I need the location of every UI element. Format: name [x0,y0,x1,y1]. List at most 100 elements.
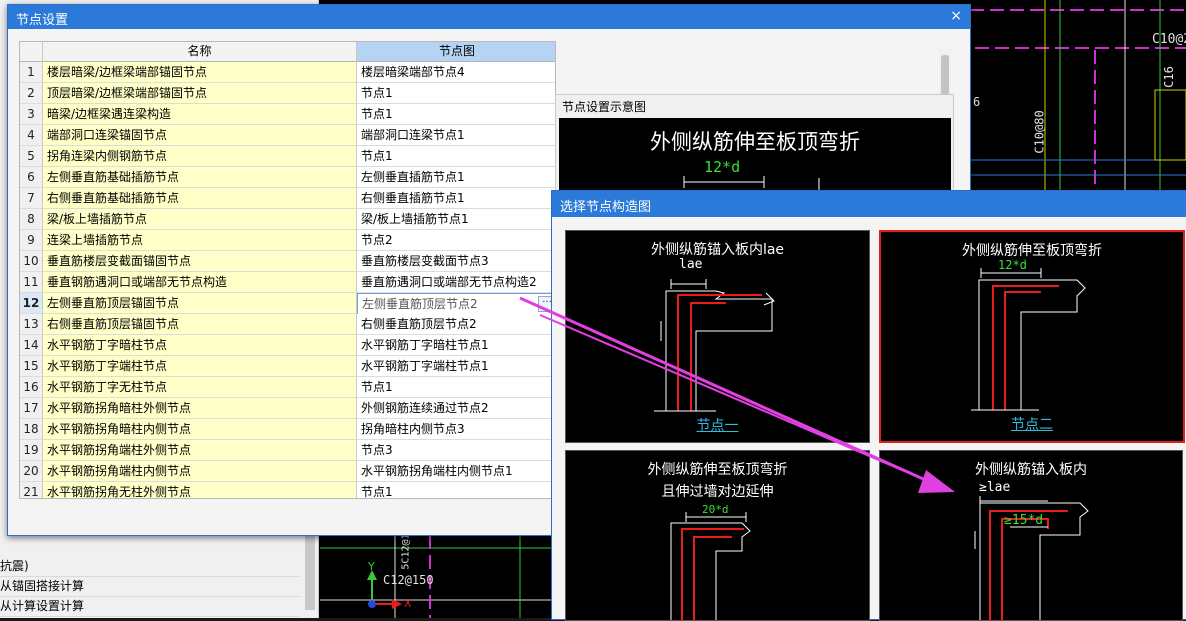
row-name[interactable]: 水平钢筋拐角暗柱内侧节点 [43,419,357,440]
table-row[interactable]: 11 垂直钢筋遇洞口或端部无节点构造 垂直筋遇洞口或端部无节点构造2 [20,272,555,293]
row-number[interactable]: 21 [20,482,43,498]
left-panel-item[interactable]: 从锚固搭接计算 [0,576,300,597]
table-row[interactable]: 7 右侧垂直筋基础插筋节点 右侧垂直插筋节点1 [20,188,555,209]
row-name[interactable]: 暗梁/边框梁遇连梁构造 [43,104,357,125]
row-number[interactable]: 4 [20,125,43,146]
row-number[interactable]: 14 [20,335,43,356]
row-name[interactable]: 水平钢筋丁字端柱节点 [43,356,357,377]
row-number[interactable]: 18 [20,419,43,440]
row-name[interactable]: 端部洞口连梁锚固节点 [43,125,357,146]
table-row[interactable]: 18 水平钢筋拐角暗柱内侧节点 拐角暗柱内侧节点3 [20,419,555,440]
row-node-value[interactable]: 水平钢筋丁字暗柱节点1 [357,335,555,356]
row-number[interactable]: 5 [20,146,43,167]
table-row[interactable]: 21 水平钢筋拐角无柱外侧节点 节点1 [20,482,555,498]
row-node-value[interactable]: 楼层暗梁端部节点4 [357,62,555,83]
table-row[interactable]: 9 连梁上墙插筋节点 节点2 [20,230,555,251]
table-row[interactable]: 16 水平钢筋丁字无柱节点 节点1 [20,377,555,398]
row-number[interactable]: 20 [20,461,43,482]
row-number[interactable]: 9 [20,230,43,251]
dialog-title-bar[interactable]: 节点设置 × [8,5,970,29]
row-node-value[interactable]: 外侧钢筋连续通过节点2 [357,398,555,419]
row-number[interactable]: 15 [20,356,43,377]
row-name[interactable]: 右侧垂直筋顶层锚固节点 [43,314,357,335]
row-number[interactable]: 16 [20,377,43,398]
row-name[interactable]: 右侧垂直筋基础插筋节点 [43,188,357,209]
row-node-value[interactable]: 垂直筋遇洞口或端部无节点构造2 [357,272,555,293]
table-row[interactable]: 5 拐角连梁内侧钢筋节点 节点1 [20,146,555,167]
table-row[interactable]: 15 水平钢筋丁字端柱节点 水平钢筋丁字端柱节点1 [20,356,555,377]
table-row[interactable]: 14 水平钢筋丁字暗柱节点 水平钢筋丁字暗柱节点1 [20,335,555,356]
row-node-text: 水平钢筋丁字暗柱节点1 [361,338,489,352]
table-row[interactable]: 19 水平钢筋拐角端柱外侧节点 节点3 [20,440,555,461]
table-row[interactable]: 2 顶层暗梁/边框梁端部锚固节点 节点1 [20,83,555,104]
row-name[interactable]: 左侧垂直筋顶层锚固节点 [43,293,357,314]
row-number[interactable]: 2 [20,83,43,104]
row-name[interactable]: 左侧垂直筋基础插筋节点 [43,167,357,188]
row-name[interactable]: 拐角连梁内侧钢筋节点 [43,146,357,167]
node-card-2[interactable]: 外侧纵筋伸至板顶弯折 12*d 节点二 [879,230,1185,443]
table-row[interactable]: 6 左侧垂直筋基础插筋节点 左侧垂直插筋节点1 [20,167,555,188]
row-number[interactable]: 1 [20,62,43,83]
row-name[interactable]: 楼层暗梁/边框梁端部锚固节点 [43,62,357,83]
row-name[interactable]: 水平钢筋丁字无柱节点 [43,377,357,398]
table-row[interactable]: 3 暗梁/边框梁遇连梁构造 节点1 [20,104,555,125]
header-node[interactable]: 节点图 [357,42,555,62]
row-name[interactable]: 水平钢筋拐角暗柱外侧节点 [43,398,357,419]
table-row[interactable]: 20 水平钢筋拐角端柱内侧节点 水平钢筋拐角端柱内侧节点1 [20,461,555,482]
row-node-value[interactable]: 节点3 [357,440,555,461]
row-name[interactable]: 垂直筋楼层变截面锚固节点 [43,251,357,272]
row-node-text: 水平钢筋拐角端柱内侧节点1 [361,464,513,478]
card-caption[interactable]: 节点一 [566,415,869,435]
row-node-value[interactable]: 节点2 [357,230,555,251]
row-node-value[interactable]: 右侧垂直插筋节点1 [357,188,555,209]
row-number[interactable]: 13 [20,314,43,335]
row-node-value[interactable]: 节点1 [357,482,555,498]
row-name[interactable]: 水平钢筋拐角端柱外侧节点 [43,440,357,461]
row-name[interactable]: 垂直钢筋遇洞口或端部无节点构造 [43,272,357,293]
left-panel-item[interactable]: 从计算设置计算 [0,596,300,617]
row-name[interactable]: 连梁上墙插筋节点 [43,230,357,251]
row-number[interactable]: 11 [20,272,43,293]
row-number[interactable]: 8 [20,209,43,230]
row-node-value[interactable]: 端部洞口连梁节点1 [357,125,555,146]
table-row[interactable]: 17 水平钢筋拐角暗柱外侧节点 外侧钢筋连续通过节点2 [20,398,555,419]
row-node-value[interactable]: 节点1 [357,104,555,125]
row-node-value[interactable]: 梁/板上墙插筋节点1 [357,209,555,230]
row-number[interactable]: 17 [20,398,43,419]
row-node-value[interactable]: 水平钢筋拐角端柱内侧节点1 [357,461,555,482]
row-number[interactable]: 7 [20,188,43,209]
row-number[interactable]: 6 [20,167,43,188]
row-name[interactable]: 水平钢筋拐角无柱外侧节点 [43,482,357,498]
left-panel-item[interactable]: 抗震) [0,556,300,577]
table-row[interactable]: 13 右侧垂直筋顶层锚固节点 右侧垂直筋顶层节点2 [20,314,555,335]
table-row[interactable]: 12 左侧垂直筋顶层锚固节点 左侧垂直筋顶层节点2 ··· [20,293,555,315]
row-number[interactable]: 12 [20,293,43,314]
row-number[interactable]: 19 [20,440,43,461]
row-node-value[interactable]: 水平钢筋丁字端柱节点1 [357,356,555,377]
row-node-value[interactable]: 左侧垂直筋顶层节点2 ··· [357,293,555,315]
row-name[interactable]: 梁/板上墙插筋节点 [43,209,357,230]
row-number[interactable]: 10 [20,251,43,272]
row-node-value[interactable]: 节点1 [357,377,555,398]
dialog-title-bar[interactable]: 选择节点构造图 [552,191,1186,217]
row-node-value[interactable]: 右侧垂直筋顶层节点2 [357,314,555,335]
row-number[interactable]: 3 [20,104,43,125]
close-icon[interactable]: × [950,8,962,24]
row-name[interactable]: 顶层暗梁/边框梁端部锚固节点 [43,83,357,104]
card-caption[interactable]: 节点二 [881,414,1183,434]
table-row[interactable]: 10 垂直筋楼层变截面锚固节点 垂直筋楼层变截面节点3 [20,251,555,272]
row-node-value[interactable]: 左侧垂直插筋节点1 [357,167,555,188]
row-node-value[interactable]: 垂直筋楼层变截面节点3 [357,251,555,272]
table-row[interactable]: 1 楼层暗梁/边框梁端部锚固节点 楼层暗梁端部节点4 [20,62,555,83]
header-name[interactable]: 名称 [43,42,357,62]
row-node-value[interactable]: 节点1 [357,146,555,167]
row-node-value[interactable]: 节点1 [357,83,555,104]
node-card-1[interactable]: 外侧纵筋锚入板内lae lae 节点一 [565,230,870,443]
row-node-value[interactable]: 拐角暗柱内侧节点3 [357,419,555,440]
row-name[interactable]: 水平钢筋丁字暗柱节点 [43,335,357,356]
table-row[interactable]: 4 端部洞口连梁锚固节点 端部洞口连梁节点1 [20,125,555,146]
node-card-4[interactable]: 外侧纵筋锚入板内 ≥lae ≥15*d [879,450,1183,621]
row-name[interactable]: 水平钢筋拐角端柱内侧节点 [43,461,357,482]
node-card-3[interactable]: 外侧纵筋伸至板顶弯折 且伸过墙对边延伸 20*d [565,450,870,621]
table-row[interactable]: 8 梁/板上墙插筋节点 梁/板上墙插筋节点1 [20,209,555,230]
